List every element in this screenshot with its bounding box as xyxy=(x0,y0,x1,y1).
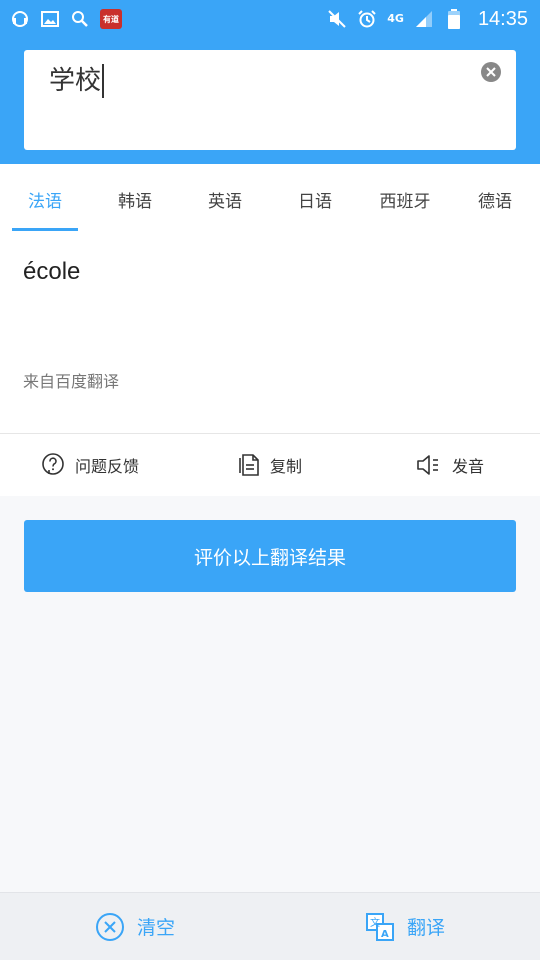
evaluate-button[interactable]: 评价以上翻译结果 xyxy=(24,520,516,592)
copy-button[interactable]: 复制 xyxy=(180,453,360,477)
battery-icon xyxy=(444,9,464,29)
tab-japanese[interactable]: 日语 xyxy=(270,164,360,234)
svg-text:文: 文 xyxy=(370,916,380,929)
clear-input-button[interactable] xyxy=(481,62,501,82)
alarm-icon xyxy=(357,9,377,29)
header: 学校 xyxy=(0,38,540,164)
translate-icon: 文A xyxy=(365,912,394,941)
copy-icon xyxy=(239,454,259,476)
result-text: école xyxy=(23,258,81,285)
network-type: 4G xyxy=(387,12,404,25)
input-value[interactable]: 学校 xyxy=(49,66,101,96)
status-bar: 有道 4G 14:35 xyxy=(0,0,540,38)
youdao-app-icon: 有道 xyxy=(100,9,122,29)
feedback-button[interactable]: 问题反馈 xyxy=(0,453,180,477)
image-icon xyxy=(40,9,60,29)
speak-button[interactable]: 发音 xyxy=(360,453,540,477)
text-caret xyxy=(102,64,104,98)
svg-text:A: A xyxy=(381,929,389,940)
clear-button[interactable]: 清空 xyxy=(0,893,270,960)
tab-english[interactable]: 英语 xyxy=(180,164,270,234)
status-right: 4G 14:35 xyxy=(327,8,528,31)
result-actions: 问题反馈 复制 发音 xyxy=(0,434,540,496)
translate-button[interactable]: 文A 翻译 xyxy=(270,893,540,960)
result-source: 来自百度翻译 xyxy=(23,372,120,391)
status-left: 有道 xyxy=(10,9,122,29)
tab-korean[interactable]: 韩语 xyxy=(90,164,180,234)
question-icon xyxy=(42,453,64,475)
tab-spanish[interactable]: 西班牙 xyxy=(360,164,450,234)
translate-input[interactable]: 学校 xyxy=(24,50,516,150)
speaker-icon xyxy=(417,455,438,475)
status-clock: 14:35 xyxy=(477,7,528,30)
signal-icon xyxy=(414,9,434,29)
tab-german[interactable]: 德语 xyxy=(450,164,540,234)
translate-label: 翻译 xyxy=(406,917,445,939)
clear-label: 清空 xyxy=(136,917,175,939)
translation-result: école 来自百度翻译 xyxy=(0,234,540,434)
close-icon xyxy=(486,67,496,77)
input-text-wrap[interactable]: 学校 xyxy=(49,64,104,98)
speak-label: 发音 xyxy=(451,457,484,476)
headset-icon xyxy=(10,9,30,29)
copy-label: 复制 xyxy=(269,457,302,476)
mute-icon xyxy=(327,9,347,29)
bottom-bar: 清空 文A 翻译 xyxy=(0,892,540,960)
tab-french[interactable]: 法语 xyxy=(0,164,90,234)
language-tabs: 法语 韩语 英语 日语 西班牙 德语 xyxy=(0,164,540,234)
search-icon xyxy=(70,9,90,29)
clear-circle-icon xyxy=(95,912,124,941)
feedback-label: 问题反馈 xyxy=(74,457,139,476)
